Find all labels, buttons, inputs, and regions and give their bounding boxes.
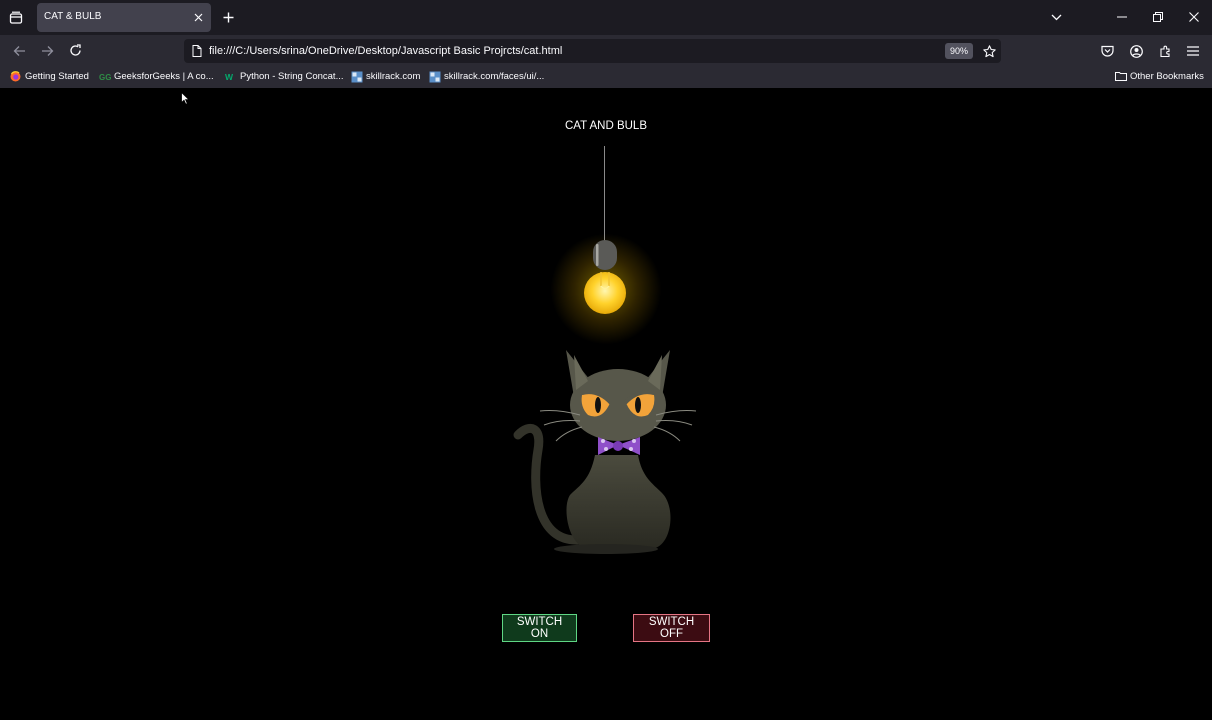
list-all-tabs-chevron-icon[interactable] [1048,9,1064,25]
bookmarks-toolbar: Getting Started GG GeeksforGeeks | A co.… [0,67,1212,88]
other-bookmarks-label: Other Bookmarks [1130,71,1204,82]
bookmark-geeksforgeeks[interactable]: GG GeeksforGeeks | A co... [99,71,214,82]
cat-illustration [510,345,702,560]
switch-off-button[interactable]: SWITCH OFF [633,614,710,642]
bookmark-skillrack-faces[interactable]: skillrack.com/faces/ui/... [429,71,545,83]
bulb-wire [604,146,605,244]
bookmark-label: skillrack.com [366,71,421,82]
restore-icon[interactable] [1150,9,1166,25]
bookmark-python-string-concat[interactable]: W Python - String Concat... [225,71,344,82]
other-bookmarks[interactable]: Other Bookmarks [1115,71,1204,82]
bookmark-star-icon[interactable] [981,43,997,59]
tab-list-icon[interactable] [6,8,26,28]
tab-title: CAT & BULB [44,11,102,22]
switch-on-button[interactable]: SWITCH ON [502,614,577,642]
forward-icon[interactable] [38,42,56,60]
account-icon[interactable] [1127,42,1145,60]
zoom-level-badge[interactable]: 90% [945,43,973,59]
minimize-icon[interactable] [1114,9,1130,25]
app-menu-icon[interactable] [1184,42,1202,60]
bookmark-label: Getting Started [25,71,89,82]
url-bar[interactable]: file:///C:/Users/srina/OneDrive/Desktop/… [184,39,1001,63]
new-tab-icon[interactable] [220,9,236,25]
page-file-icon [190,44,203,57]
skillrack-icon [429,71,441,83]
page-title: CAT AND BULB [564,120,648,132]
tab-bar: CAT & BULB [0,0,1212,35]
bookmark-getting-started[interactable]: Getting Started [10,71,89,82]
reload-icon[interactable] [66,41,84,59]
firefox-icon [10,71,21,82]
bookmark-label: Python - String Concat... [240,71,344,82]
skillrack-icon [351,71,363,83]
back-icon[interactable] [10,42,28,60]
bookmark-label: skillrack.com/faces/ui/... [444,71,545,82]
bookmark-skillrack[interactable]: skillrack.com [351,71,421,83]
w3-icon: W [225,71,236,82]
extensions-icon[interactable] [1156,42,1174,60]
pocket-icon[interactable] [1098,42,1116,60]
mouse-cursor-icon [181,92,190,105]
close-window-icon[interactable] [1186,9,1202,25]
active-tab[interactable]: CAT & BULB [37,3,211,32]
geeksforgeeks-icon: GG [99,71,111,82]
url-text[interactable]: file:///C:/Users/srina/OneDrive/Desktop/… [209,45,562,57]
folder-icon [1115,71,1127,82]
svg-text:W: W [225,72,234,82]
svg-text:GG: GG [99,73,111,82]
light-bulb [580,238,630,323]
tab-close-icon[interactable] [191,10,205,24]
bookmark-label: GeeksforGeeks | A co... [114,71,214,82]
